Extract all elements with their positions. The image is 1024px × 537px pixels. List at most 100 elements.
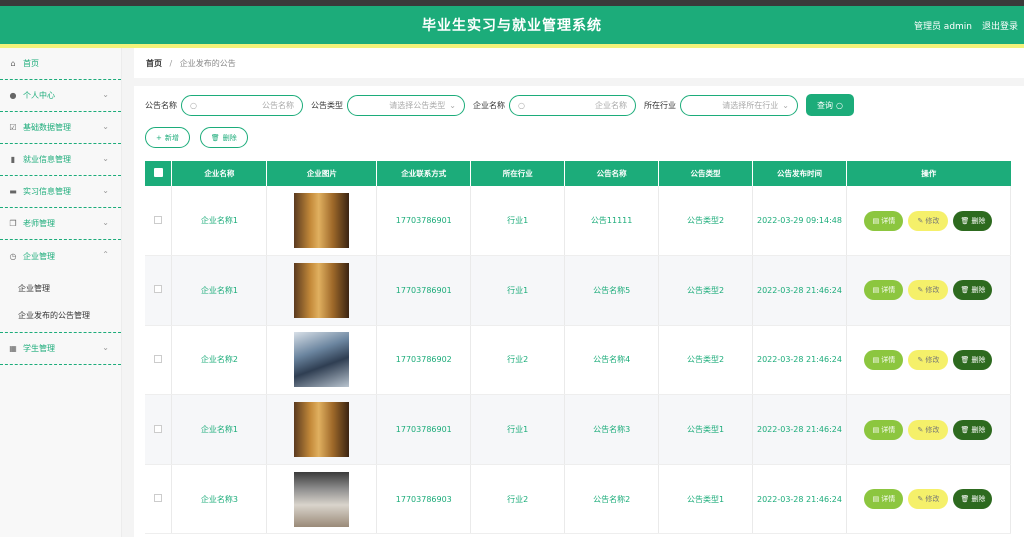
cell-contact: 17703786902 [376,325,472,396]
breadcrumb-current: 企业发布的公告 [179,59,236,68]
sidebar-item-profile[interactable]: ● 个人中心 ⌄ [0,80,121,112]
detail-button[interactable]: ▤ 详情 [864,280,904,301]
sidebar-item-label: 学生管理 [23,344,55,353]
cell-company-image [266,394,378,465]
batch-delete-button[interactable]: 🗑 删除 [199,127,248,148]
plus-icon: + [156,133,162,142]
detail-button[interactable]: ▤ 详情 [864,489,904,510]
detail-button[interactable]: ▤ 详情 [864,419,904,440]
select-all-checkbox[interactable] [145,161,173,186]
breadcrumb: 首页 / 企业发布的公告 [134,48,1024,78]
table-header: 企业名称 企业图片 企业联系方式 所在行业 公告名称 公告类型 公告发布时间 操… [145,161,1011,186]
breadcrumb-home[interactable]: 首页 [146,59,162,68]
sidebar-item-employment[interactable]: ▮ 就业信息管理 ⌄ [0,144,121,176]
col-actions: 操作 [846,161,1011,186]
cell-publish-time: 2022-03-28 21:46:24 [752,255,847,326]
edit-button[interactable]: ✎ 修改 [908,489,949,510]
doc-icon: ▤ [872,355,880,364]
sidebar-item-home[interactable]: ⌂ 首页 [0,48,121,80]
add-button[interactable]: + 新增 [145,127,190,148]
briefcase-icon: ▬ [9,187,17,196]
row-checkbox[interactable] [145,325,173,396]
sidebar-item-teacher[interactable]: ❐ 老师管理 ⌄ [0,208,121,240]
trash-icon: 🗑 [210,133,220,142]
search-icon: ○ [518,100,525,110]
cell-actions: ▤ 详情 ✎ 修改 🗑 删除 [846,186,1012,257]
table-row: 企业名称1 17703786901 行业1 公告名称5 公告类型2 2022-03-28 … [145,255,1012,326]
trash-icon: 🗑 [960,425,970,434]
company-name-label: 企业名称 [473,100,505,110]
pencil-icon: ✎ [917,425,924,434]
cell-notice-type: 公告类型1 [658,394,753,465]
sidebar-subitem-company-manage[interactable]: 企业管理 [0,275,121,302]
sidebar-item-student[interactable]: ▦ 学生管理 ⌄ [0,333,121,365]
query-button[interactable]: 查询 ○ [806,94,854,116]
sidebar-item-basic-data[interactable]: ☑ 基础数据管理 ⌄ [0,112,121,144]
row-checkbox[interactable] [145,394,173,465]
company-image [294,332,350,388]
doc-icon: ▤ [872,216,880,225]
cell-actions: ▤ 详情 ✎ 修改 🗑 删除 [846,325,1012,396]
search-bar: 公告名称 ○ 公告名称 公告类型 请选择公告类型 ⌄ 企业名称 ○ 企业名称 所… [145,94,854,116]
notice-type-select[interactable]: 请选择公告类型 ⌄ [347,94,465,116]
notice-table: 企业名称 企业图片 企业联系方式 所在行业 公告名称 公告类型 公告发布时间 操… [145,161,1012,535]
cell-company-image [266,255,378,326]
row-checkbox[interactable] [145,186,173,257]
cell-notice-name: 公告11111 [564,186,660,257]
sidebar-item-internship[interactable]: ▬ 实习信息管理 ⌄ [0,176,121,208]
delete-button[interactable]: 🗑 删除 [953,349,993,370]
col-company-name: 企业名称 [171,161,268,186]
user-icon: ● [9,91,17,100]
main-content: 首页 / 企业发布的公告 公告名称 ○ 公告名称 公告类型 请选择公告类型 ⌄ … [134,48,1024,537]
company-name-input[interactable]: ○ 企业名称 [509,94,636,116]
industry-label: 所在行业 [644,100,676,110]
pencil-icon: ✎ [917,286,924,295]
industry-select[interactable]: 请选择所在行业 ⌄ [680,94,798,116]
sidebar-item-company[interactable]: ◷ 企业管理 ⌃ [0,240,121,272]
pencil-icon: ✎ [917,216,924,225]
cell-company-image [266,325,378,396]
sidebar-item-label: 基础数据管理 [23,123,71,132]
sidebar: ⌂ 首页 ● 个人中心 ⌄ ☑ 基础数据管理 ⌄ ▮ 就业信息管理 ⌄ ▬ 实习… [0,48,122,537]
chevron-down-icon: ⌄ [782,100,789,110]
copy-icon: ❐ [9,219,17,228]
col-industry: 所在行业 [470,161,566,186]
doc-icon: ▤ [872,286,880,295]
notice-type-label: 公告类型 [311,100,343,110]
cell-company-image [266,186,378,257]
delete-button[interactable]: 🗑 删除 [953,280,993,301]
delete-button[interactable]: 🗑 删除 [953,489,993,510]
table-row: 企业名称1 17703786901 行业1 公告11111 公告类型2 2022-03-2… [145,186,1012,257]
chevron-down-icon: ⌄ [102,122,109,131]
logout-link[interactable]: 退出登录 [982,19,1018,32]
delete-button[interactable]: 🗑 删除 [953,419,993,440]
delete-button[interactable]: 🗑 删除 [953,210,993,231]
cell-actions: ▤ 详情 ✎ 修改 🗑 删除 [846,394,1012,465]
trash-icon: 🗑 [960,495,970,504]
action-bar: + 新增 🗑 删除 [145,127,258,148]
col-contact: 企业联系方式 [376,161,472,186]
company-image [294,402,350,458]
edit-button[interactable]: ✎ 修改 [908,280,949,301]
edit-button[interactable]: ✎ 修改 [908,349,949,370]
row-checkbox[interactable] [145,255,173,326]
chevron-down-icon: ⌄ [449,100,456,110]
notice-name-label: 公告名称 [145,100,177,110]
cell-contact: 17703786903 [376,464,472,535]
edit-button[interactable]: ✎ 修改 [908,210,949,231]
sidebar-subitem-company-notice[interactable]: 企业发布的公告管理 [0,302,121,329]
company-image [294,262,350,318]
cell-publish-time: 2022-03-28 21:46:24 [752,394,847,465]
cell-contact: 17703786901 [376,186,472,257]
checkbox-icon: ☑ [9,123,17,132]
edit-button[interactable]: ✎ 修改 [908,419,949,440]
col-company-image: 企业图片 [266,161,378,186]
detail-button[interactable]: ▤ 详情 [864,210,904,231]
col-publish-time: 公告发布时间 [752,161,847,186]
row-checkbox[interactable] [145,464,173,535]
cell-publish-time: 2022-03-28 21:46:24 [752,325,847,396]
chevron-down-icon: ⌄ [102,343,109,352]
notice-name-input[interactable]: ○ 公告名称 [181,94,303,116]
trash-icon: 🗑 [960,286,970,295]
detail-button[interactable]: ▤ 详情 [864,349,904,370]
